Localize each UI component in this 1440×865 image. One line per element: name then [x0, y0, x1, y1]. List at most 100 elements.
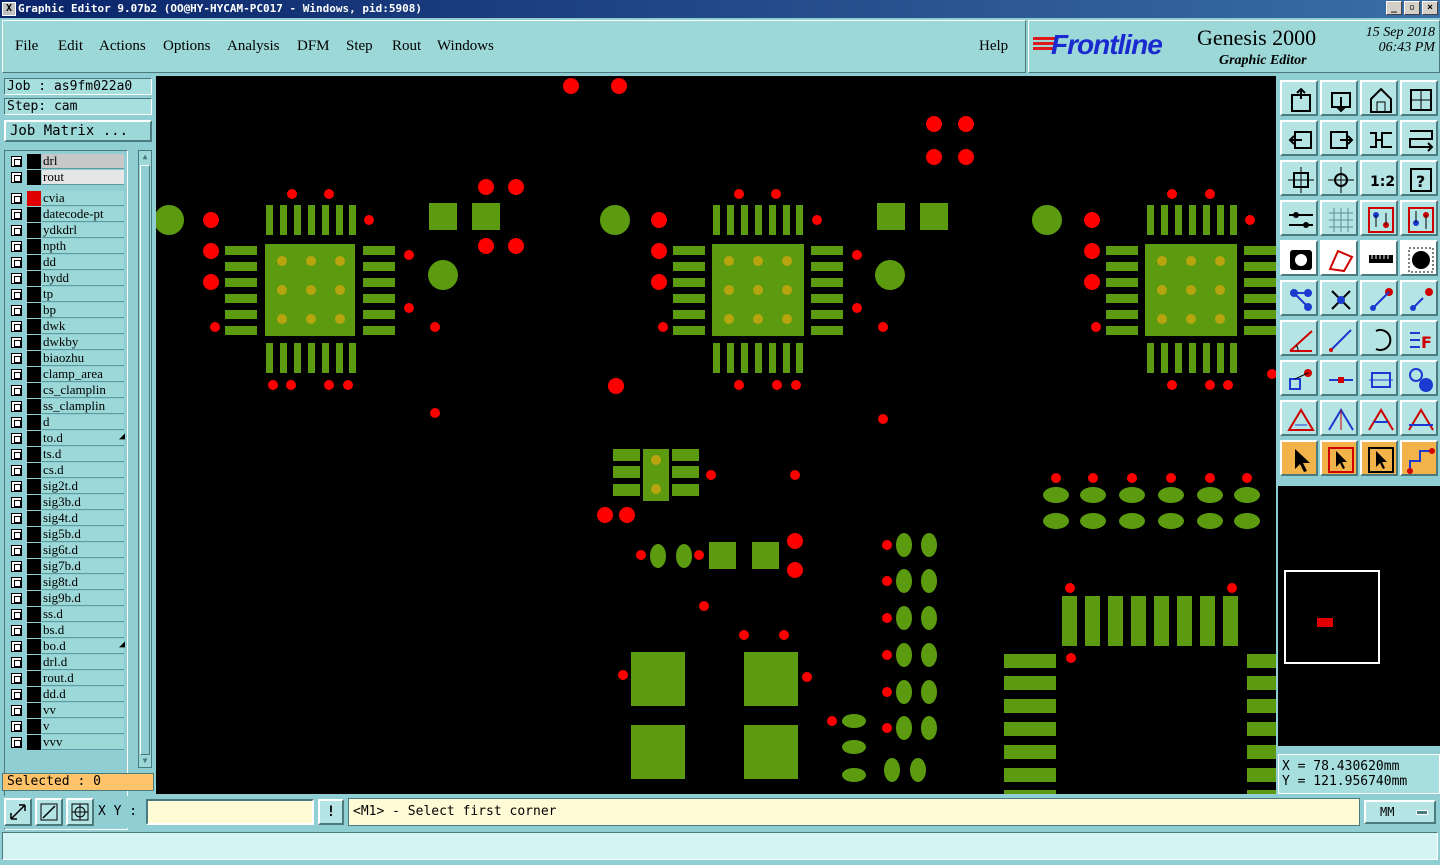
layer-color-swatch[interactable] — [27, 191, 41, 206]
ruler-button[interactable] — [1360, 240, 1398, 276]
pcb-drawing[interactable] — [156, 76, 1276, 794]
layer-color-swatch[interactable] — [27, 399, 41, 414]
minimize-button[interactable]: _ — [1386, 1, 1402, 15]
grid-snap-button[interactable] — [66, 798, 94, 826]
layer-checkbox[interactable] — [11, 417, 22, 428]
select-pointer-button[interactable] — [1280, 440, 1318, 476]
layer-color-swatch[interactable] — [27, 671, 41, 686]
layer-name[interactable]: cvia — [42, 191, 124, 206]
center-button[interactable] — [1320, 160, 1358, 196]
layer-row[interactable]: hydd — [7, 271, 127, 286]
layer-name[interactable]: hydd — [42, 271, 124, 286]
layer-row[interactable]: sig9b.d — [7, 591, 127, 606]
layer-name[interactable]: vvv — [42, 735, 124, 750]
multi-pad-button[interactable] — [1400, 360, 1438, 396]
scroll-down-arrow-icon[interactable]: ▼ — [140, 755, 150, 767]
menu-actions[interactable]: Actions — [99, 38, 146, 55]
layer-row[interactable]: rout — [7, 170, 127, 185]
layer-name[interactable]: bp — [42, 303, 124, 318]
layer-color-swatch[interactable] — [27, 271, 41, 286]
layer-color-swatch[interactable] — [27, 255, 41, 270]
layer-checkbox[interactable] — [11, 353, 22, 364]
layer-color-swatch[interactable] — [27, 623, 41, 638]
layer-color-swatch[interactable] — [27, 170, 41, 185]
layer-name[interactable]: sig9b.d — [42, 591, 124, 606]
resize-arrow-button[interactable] — [4, 798, 32, 826]
layer-name[interactable]: sig7b.d — [42, 559, 124, 574]
layer-color-swatch[interactable] — [27, 591, 41, 606]
layer-name[interactable]: biaozhu — [42, 351, 124, 366]
layer-name[interactable]: datecode-pt — [42, 207, 124, 222]
layer-row[interactable]: cs_clamplin — [7, 383, 127, 398]
layer-row[interactable]: ydkdrl — [7, 223, 127, 238]
layer-name[interactable]: bs.d — [42, 623, 124, 638]
layer-checkbox[interactable] — [11, 721, 22, 732]
layer-row[interactable]: dd — [7, 255, 127, 270]
layer-list-scrollbar[interactable]: ▲ ▼ — [138, 150, 152, 768]
overview-map[interactable] — [1278, 486, 1440, 746]
draw-line-button[interactable] — [1320, 320, 1358, 356]
layer-name[interactable]: drl — [42, 154, 124, 169]
layer-checkbox[interactable] — [11, 625, 22, 636]
layer-row[interactable]: clamp_area — [7, 367, 127, 382]
layer-checkbox[interactable] — [11, 513, 22, 524]
select-touch-button[interactable] — [1360, 440, 1398, 476]
layer-checkbox[interactable] — [11, 705, 22, 716]
layer-checkbox[interactable] — [11, 193, 22, 204]
scroll-up-arrow-icon[interactable]: ▲ — [140, 151, 150, 163]
fit-view-button[interactable] — [1280, 160, 1318, 196]
component-button[interactable] — [1360, 360, 1398, 396]
triangle-angle-button[interactable] — [1320, 400, 1358, 436]
layer-name[interactable]: d — [42, 415, 124, 430]
feature-info-button[interactable] — [1280, 240, 1318, 276]
select-net-button[interactable] — [1400, 440, 1438, 476]
pad-feature-button[interactable] — [1400, 240, 1438, 276]
layer-color-swatch[interactable] — [27, 303, 41, 318]
layer-color-swatch[interactable] — [27, 415, 41, 430]
layer-row[interactable]: bp — [7, 303, 127, 318]
menu-help[interactable]: Help — [979, 38, 1008, 55]
close-button[interactable]: × — [1422, 1, 1438, 15]
layer-display-alt-button[interactable] — [1400, 200, 1438, 236]
layer-checkbox[interactable] — [11, 529, 22, 540]
angle-line-button[interactable] — [1280, 320, 1318, 356]
menu-step[interactable]: Step — [346, 38, 373, 55]
layer-row[interactable]: ss_clamplin — [7, 399, 127, 414]
grid-button[interactable] — [1320, 200, 1358, 236]
layer-name[interactable]: ts.d — [42, 447, 124, 462]
info-button[interactable]: ! — [318, 799, 344, 825]
pad-to-pad-button[interactable] — [1280, 360, 1318, 396]
layer-row[interactable]: biaozhu — [7, 351, 127, 366]
triangle-measure-button[interactable] — [1280, 400, 1318, 436]
help-query-button[interactable]: ? — [1400, 160, 1438, 196]
layer-color-swatch[interactable] — [27, 447, 41, 462]
layer-color-swatch[interactable] — [27, 639, 41, 654]
layer-color-swatch[interactable] — [27, 543, 41, 558]
scale-1-2-button[interactable]: 1:2 — [1360, 160, 1398, 196]
layer-color-swatch[interactable] — [27, 367, 41, 382]
zoom-window-button[interactable] — [1360, 80, 1398, 116]
maximize-button[interactable]: ▫ — [1404, 1, 1420, 15]
layer-checkbox[interactable] — [11, 737, 22, 748]
layer-color-swatch[interactable] — [27, 607, 41, 622]
layer-row[interactable]: drl — [7, 154, 127, 169]
layer-color-swatch[interactable] — [27, 319, 41, 334]
layer-row[interactable]: sig5b.d — [7, 527, 127, 542]
layer-row[interactable]: sig8t.d — [7, 575, 127, 590]
layer-name[interactable]: vv — [42, 703, 124, 718]
layer-checkbox[interactable] — [11, 497, 22, 508]
net-connect-button[interactable] — [1280, 280, 1318, 316]
measure-polygon-button[interactable] — [1320, 240, 1358, 276]
layer-checkbox[interactable] — [11, 337, 22, 348]
layer-row[interactable]: bo.d ◢ — [7, 639, 127, 654]
layer-name[interactable]: ss.d — [42, 607, 124, 622]
layer-row[interactable]: npth — [7, 239, 127, 254]
redraw-button[interactable] — [1400, 120, 1438, 156]
menu-edit[interactable]: Edit — [58, 38, 83, 55]
layer-checkbox[interactable] — [11, 593, 22, 604]
snap-angle-button[interactable] — [35, 798, 63, 826]
layer-name[interactable]: sig3b.d — [42, 495, 124, 510]
layer-checkbox[interactable] — [11, 241, 22, 252]
menu-options[interactable]: Options — [163, 38, 211, 55]
layer-checkbox[interactable] — [11, 305, 22, 316]
